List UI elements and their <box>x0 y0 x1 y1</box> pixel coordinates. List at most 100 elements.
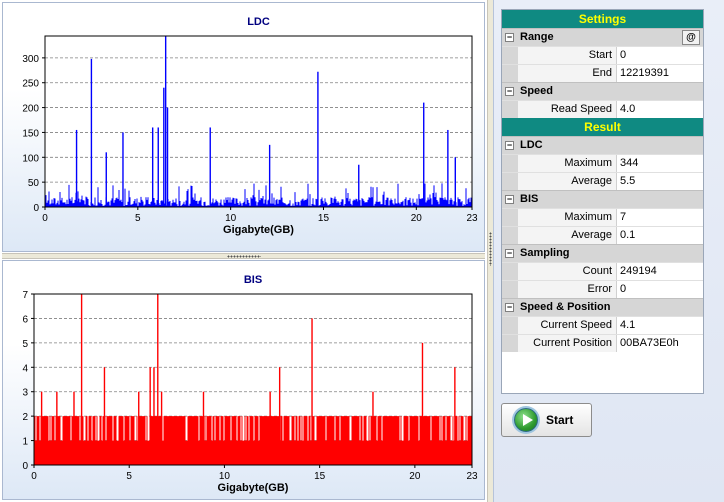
collapse-icon[interactable]: − <box>505 87 514 96</box>
bis-max-label: Maximum <box>518 209 617 226</box>
y-tick-label: 150 <box>22 128 39 139</box>
bis-avg-row: Average 0.1 <box>502 226 703 244</box>
y-tick-label: 200 <box>22 104 39 115</box>
x-axis-label: Gigabyte(GB) <box>223 224 294 236</box>
x-tick-label: 5 <box>126 471 132 482</box>
count-label: Count <box>518 263 617 280</box>
read-speed-label: Read Speed <box>518 101 617 118</box>
property-grid: Settings − Range @ Start 0 End 12219391 … <box>501 9 704 394</box>
splitter-grip-icon <box>489 232 492 266</box>
ldc-label: LDC <box>520 139 543 151</box>
current-position-value: 00BA73E0h <box>617 335 703 352</box>
ldc-category[interactable]: − LDC <box>502 136 703 154</box>
app-root: LDC 0 50 100 150 200 250 300 0 5 10 15 20 23 Gigabyte(… <box>0 0 724 502</box>
y-tick-label: 250 <box>22 79 39 90</box>
x-tick-label: 15 <box>314 471 326 482</box>
y-tick-label: 3 <box>22 388 28 399</box>
y-tick-label: 300 <box>22 54 39 65</box>
bis-chart: BIS012345670 5 10 15 20 23Gigabyte(GB) <box>22 274 478 494</box>
x-tick-label: 0 <box>31 471 37 482</box>
bis-avg-label: Average <box>518 227 617 244</box>
ldc-max-row: Maximum 344 <box>502 154 703 172</box>
x-tick-label: 10 <box>219 471 231 482</box>
bis-chart-panel: BIS 0 1 2 3 4 5 6 7 0 5 10 15 20 23 Gigabyte(GB) <box>2 260 485 500</box>
bis-label: BIS <box>520 193 539 205</box>
range-at-button[interactable]: @ <box>682 30 700 45</box>
x-tick-label: 0 <box>42 213 48 224</box>
current-speed-row: Current Speed 4.1 <box>502 316 703 334</box>
speed-position-label: Speed & Position <box>520 301 611 313</box>
ldc-avg-label: Average <box>518 173 617 190</box>
chart-title: BIS <box>244 274 262 286</box>
bis-max-value: 7 <box>617 209 703 226</box>
count-value: 249194 <box>617 263 703 280</box>
bis-avg-value: 0.1 <box>617 227 703 244</box>
sampling-category[interactable]: − Sampling <box>502 244 703 262</box>
x-tick-label: 20 <box>409 471 421 482</box>
current-speed-value: 4.1 <box>617 317 703 334</box>
speed-position-category[interactable]: − Speed & Position <box>502 298 703 316</box>
y-tick-label: 0 <box>22 461 28 472</box>
settings-header: Settings <box>502 10 703 28</box>
speed-label: Speed <box>520 85 554 97</box>
error-value: 0 <box>617 281 703 298</box>
y-tick-label: 100 <box>22 153 39 164</box>
collapse-icon[interactable]: − <box>505 303 514 312</box>
x-tick-label: 23 <box>466 471 478 482</box>
ldc-chart: LDC 0 50 100 150 200 250 300 0 5 10 15 20 23 Gigabyte(… <box>22 16 478 236</box>
read-speed-row: Read Speed 4.0 <box>502 100 703 118</box>
y-tick-label: 2 <box>22 412 28 423</box>
range-category[interactable]: − Range @ <box>502 28 703 46</box>
x-tick-label: 15 <box>318 213 330 224</box>
ldc-max-value: 344 <box>617 155 703 172</box>
y-tick-label: 6 <box>22 314 28 325</box>
x-tick-label: 5 <box>135 213 141 224</box>
plot-area <box>45 36 472 207</box>
start-button[interactable]: Start <box>501 403 592 437</box>
x-tick-label: 10 <box>225 213 237 224</box>
error-label: Error <box>518 281 617 298</box>
start-label: Start <box>518 47 617 64</box>
x-tick-label: 23 <box>466 213 478 224</box>
x-tick-label: 20 <box>411 213 423 224</box>
ldc-avg-value: 5.5 <box>617 173 703 190</box>
end-row: End 12219391 <box>502 64 703 82</box>
collapse-icon[interactable]: − <box>505 249 514 258</box>
info-panel: Settings − Range @ Start 0 End 12219391 … <box>493 0 724 502</box>
collapse-icon[interactable]: − <box>505 33 514 42</box>
read-speed-value[interactable]: 4.0 <box>617 101 703 118</box>
count-row: Count 249194 <box>502 262 703 280</box>
collapse-icon[interactable]: − <box>505 195 514 204</box>
play-icon <box>514 408 538 432</box>
current-position-row: Current Position 00BA73E0h <box>502 334 703 352</box>
bis-max-row: Maximum 7 <box>502 208 703 226</box>
current-position-label: Current Position <box>518 335 617 352</box>
start-row: Start 0 <box>502 46 703 64</box>
result-header: Result <box>502 118 703 136</box>
y-tick-label: 50 <box>28 178 40 189</box>
ldc-max-label: Maximum <box>518 155 617 172</box>
y-tick-label: 7 <box>22 290 28 301</box>
collapse-icon[interactable]: − <box>505 141 514 150</box>
start-button-label: Start <box>546 413 574 427</box>
y-tick-label: 4 <box>22 363 28 374</box>
horizontal-splitter[interactable] <box>2 253 485 259</box>
end-value[interactable]: 12219391 <box>617 65 703 82</box>
x-axis-label: Gigabyte(GB) <box>218 482 289 494</box>
y-tick-label: 0 <box>33 203 39 214</box>
y-tick-label: 5 <box>22 339 28 350</box>
bis-category[interactable]: − BIS <box>502 190 703 208</box>
error-row: Error 0 <box>502 280 703 298</box>
y-tick-label: 1 <box>22 437 28 448</box>
current-speed-label: Current Speed <box>518 317 617 334</box>
speed-category[interactable]: − Speed <box>502 82 703 100</box>
ldc-avg-row: Average 5.5 <box>502 172 703 190</box>
start-value[interactable]: 0 <box>617 47 703 64</box>
chart-title: LDC <box>247 16 270 28</box>
splitter-grip-icon <box>227 255 261 258</box>
chart-area: LDC 0 50 100 150 200 250 300 0 5 10 15 20 23 Gigabyte(… <box>0 0 487 502</box>
range-label: Range <box>520 31 554 43</box>
ldc-chart-panel: LDC 0 50 100 150 200 250 300 0 5 10 15 20 23 Gigabyte(… <box>2 2 485 252</box>
sampling-label: Sampling <box>520 247 570 259</box>
end-label: End <box>518 65 617 82</box>
